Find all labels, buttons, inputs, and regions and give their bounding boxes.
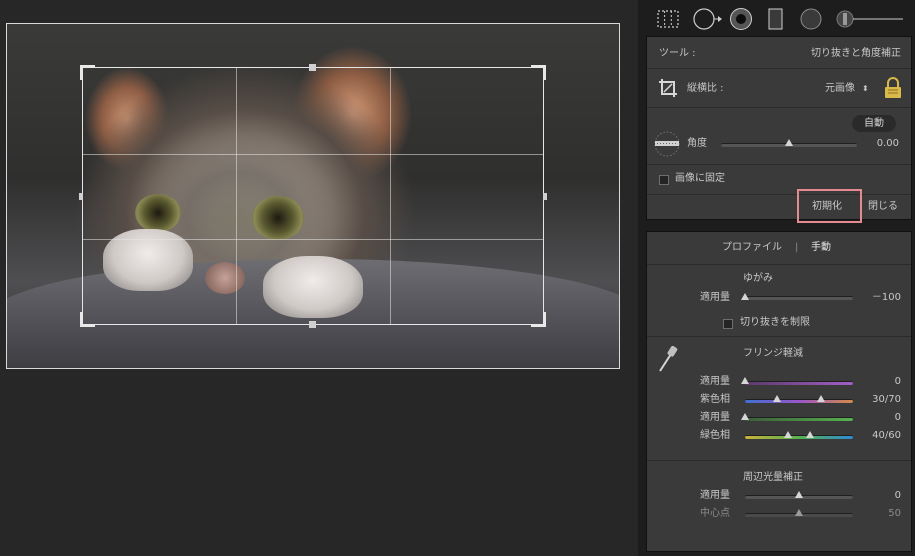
midpoint-value[interactable]: 50 (888, 508, 901, 520)
green-hue-high-thumb[interactable] (805, 431, 814, 438)
divider (647, 460, 911, 461)
distortion-amount-value[interactable]: －100 (872, 292, 901, 304)
green-amount-label: 適用量 (700, 412, 730, 423)
angle-value[interactable]: 0.00 (877, 138, 899, 150)
distortion-title: ゆがみ (743, 273, 773, 284)
lock-icon[interactable] (883, 77, 903, 99)
crop-handle-right[interactable] (543, 193, 547, 200)
aspect-label: 縦横比 : (687, 83, 724, 94)
straighten-tool-icon[interactable] (653, 129, 681, 159)
purple-amount-label: 適用量 (700, 376, 730, 387)
crop-grid-line (83, 239, 543, 240)
purple-amount-slider-thumb[interactable] (741, 377, 749, 384)
constrain-crop-checkbox[interactable] (723, 319, 733, 329)
green-hue-low-thumb[interactable] (784, 431, 793, 438)
close-button[interactable]: 閉じる (868, 201, 898, 213)
crop-overlay-icon[interactable] (656, 9, 680, 29)
midpoint-slider-thumb[interactable] (795, 509, 803, 516)
spot-removal-icon[interactable] (693, 7, 723, 31)
tool-value: 切り抜きと角度補正 (811, 48, 901, 59)
green-hue-slider-track[interactable] (745, 435, 853, 439)
fringe-title: フリンジ軽減 (743, 348, 803, 359)
select-arrows-icon[interactable]: ⬍ (862, 83, 869, 95)
auto-button[interactable]: 自動 (852, 115, 896, 132)
reset-highlight (797, 189, 862, 223)
purple-hue-high-thumb[interactable] (816, 395, 825, 402)
radial-filter-icon[interactable] (799, 7, 823, 31)
vignette-amount-slider-thumb[interactable] (795, 491, 803, 498)
divider (647, 264, 911, 265)
green-hue-value[interactable]: 40/60 (872, 430, 901, 442)
aspect-select[interactable]: 元画像 (825, 83, 855, 95)
constrain-crop-label: 切り抜きを制限 (740, 317, 810, 328)
image-canvas (0, 0, 638, 556)
purple-amount-slider-track[interactable] (745, 381, 853, 385)
crop-handle-top-right[interactable] (531, 65, 546, 80)
green-amount-slider-track[interactable] (745, 417, 853, 421)
fringe-eyedropper-icon[interactable] (657, 344, 679, 374)
divider (647, 68, 911, 69)
graduated-filter-icon[interactable] (767, 8, 785, 30)
distortion-slider-thumb[interactable] (741, 293, 749, 300)
angle-slider-thumb[interactable] (785, 139, 793, 146)
divider (647, 336, 911, 337)
purple-hue-low-thumb[interactable] (773, 395, 782, 402)
tab-profile[interactable]: プロファイル (722, 242, 782, 254)
purple-hue-label: 紫色相 (700, 394, 730, 405)
green-amount-value[interactable]: 0 (895, 412, 901, 424)
lens-correction-panel: プロファイル | 手動 ゆがみ 適用量 －100 切り抜きを制限 フリンジ軽減 … (646, 231, 912, 552)
purple-amount-value[interactable]: 0 (895, 376, 901, 388)
vignette-amount-value[interactable]: 0 (895, 490, 901, 502)
tab-separator: | (795, 242, 799, 253)
crop-grid-line (236, 68, 237, 324)
crop-grid-line (83, 154, 543, 155)
divider (647, 164, 911, 165)
vignette-amount-label: 適用量 (700, 490, 730, 501)
crop-handle-bottom[interactable] (309, 321, 316, 328)
crop-handle-top[interactable] (309, 64, 316, 71)
purple-hue-value[interactable]: 30/70 (872, 394, 901, 406)
divider (647, 194, 911, 195)
angle-label: 角度 (687, 138, 707, 149)
purple-hue-slider-track[interactable] (745, 399, 853, 403)
crop-grid-line (390, 68, 391, 324)
crop-handle-left[interactable] (79, 193, 83, 200)
constrain-to-image-checkbox[interactable] (659, 175, 669, 185)
tool-strip (647, 4, 912, 34)
aspect-crop-icon[interactable] (657, 77, 679, 99)
constrain-to-image-label: 画像に固定 (675, 173, 725, 184)
crop-handle-bottom-left[interactable] (80, 312, 95, 327)
distortion-slider-track[interactable] (745, 296, 853, 300)
crop-handle-bottom-right[interactable] (531, 312, 546, 327)
green-hue-label: 緑色相 (700, 430, 730, 441)
adjustment-brush-icon[interactable] (835, 9, 905, 29)
vignette-title: 周辺光量補正 (743, 472, 803, 483)
crop-frame[interactable] (79, 64, 547, 328)
tab-manual[interactable]: 手動 (811, 242, 831, 254)
midpoint-label: 中心点 (700, 508, 730, 519)
crop-handle-top-left[interactable] (80, 65, 95, 80)
red-eye-icon[interactable] (729, 7, 753, 31)
green-amount-slider-thumb[interactable] (741, 413, 749, 420)
divider (647, 107, 911, 108)
tool-label: ツール : (659, 48, 696, 59)
distortion-amount-label: 適用量 (700, 292, 730, 303)
crop-tool-panel: ツール : 切り抜きと角度補正 縦横比 : 元画像 ⬍ 自動 角度 0.00 画… (646, 36, 912, 223)
